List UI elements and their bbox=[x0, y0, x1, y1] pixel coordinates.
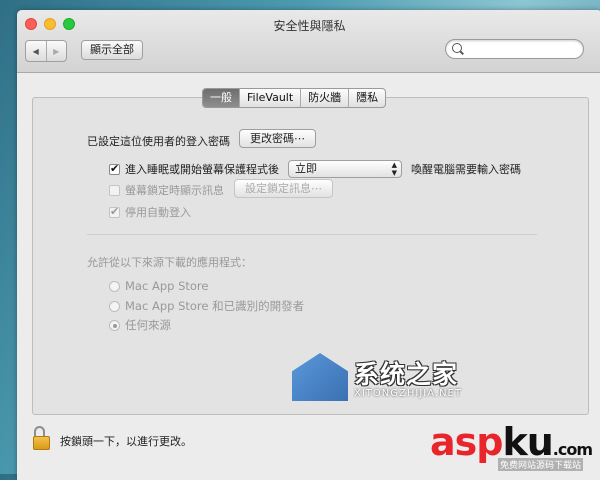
download-option-appstore[interactable]: Mac App Store bbox=[109, 279, 208, 293]
require-password-suffix: 喚醒電腦需要輸入密碼 bbox=[411, 163, 521, 176]
password-delay-select[interactable]: 立即 ▲ ▼ bbox=[288, 160, 402, 178]
tab-bar: 一般 FileVault 防火牆 隱私 bbox=[202, 88, 387, 108]
radio-anywhere[interactable] bbox=[109, 319, 120, 331]
radio-identified[interactable] bbox=[109, 300, 120, 312]
show-message-label: 螢幕鎖定時顯示訊息 bbox=[125, 184, 224, 197]
disable-autologin-row: 停用自動登入 bbox=[109, 204, 191, 220]
back-forward-control: ◀ ▶ bbox=[25, 40, 67, 62]
section-divider bbox=[87, 234, 537, 235]
house-logo-icon bbox=[292, 353, 348, 401]
show-all-button[interactable]: 顯示全部 bbox=[81, 40, 143, 60]
watermark-en-text: XITONGZHIJIA.NET bbox=[354, 388, 462, 399]
require-password-row: 進入睡眠或開始螢幕保護程式後 立即 ▲▼ 喚醒電腦需要輸入密碼 bbox=[109, 160, 521, 178]
watermark-cn-text: 系统之家 bbox=[354, 360, 459, 389]
require-password-checkbox[interactable] bbox=[109, 162, 120, 175]
aspku-watermark: aspku.com 免费网站源码下载站 bbox=[430, 420, 600, 474]
password-status-label: 已設定這位使用者的登入密碼 bbox=[87, 135, 230, 148]
set-lock-message-button[interactable]: 設定鎖定訊息⋯ bbox=[234, 179, 333, 198]
lock-hint-text: 按鎖頭一下，以進行更改。 bbox=[60, 435, 192, 448]
password-delay-value: 立即 bbox=[295, 162, 317, 175]
disable-autologin-checkbox[interactable] bbox=[109, 205, 120, 218]
aspku-tld-text: .com bbox=[552, 440, 593, 459]
radio-identified-label: Mac App Store 和已識別的開發者 bbox=[125, 299, 305, 313]
aspku-sub-text: 免费网站源码下载站 bbox=[498, 458, 584, 471]
forward-arrow-icon[interactable]: ▶ bbox=[45, 41, 67, 61]
download-source-heading: 允許從以下來源下載的應用程式： bbox=[87, 256, 252, 269]
require-password-label: 進入睡眠或開始螢幕保護程式後 bbox=[125, 163, 279, 176]
radio-anywhere-label: 任何來源 bbox=[125, 318, 171, 332]
download-option-identified[interactable]: Mac App Store 和已識別的開發者 bbox=[109, 298, 304, 314]
change-password-button[interactable]: 更改密碼⋯ bbox=[239, 129, 316, 148]
chevron-updown-icon: ▲ ▼ bbox=[391, 161, 397, 177]
search-input[interactable] bbox=[445, 39, 584, 59]
title-bar: 安全性與隱私 ◀ ▶ 顯示全部 bbox=[17, 10, 600, 73]
lock-icon bbox=[33, 436, 50, 450]
tab-firewall[interactable]: 防火牆 bbox=[300, 89, 348, 107]
tab-filevault[interactable]: FileVault bbox=[239, 89, 300, 107]
radio-appstore-label: Mac App Store bbox=[125, 279, 209, 293]
show-message-row: 螢幕鎖定時顯示訊息 bbox=[109, 182, 224, 198]
xitongzhijia-watermark: 系统之家 XITONGZHIJIA.NET bbox=[292, 353, 519, 403]
tab-general[interactable]: 一般 bbox=[203, 89, 239, 107]
search-icon bbox=[452, 43, 462, 53]
download-option-anywhere[interactable]: 任何來源 bbox=[109, 317, 171, 333]
show-message-checkbox[interactable] bbox=[109, 184, 120, 196]
aspku-red-text: asp bbox=[430, 420, 503, 464]
window-title: 安全性與隱私 bbox=[273, 19, 346, 33]
tab-privacy[interactable]: 隱私 bbox=[348, 89, 385, 107]
back-arrow-icon[interactable]: ◀ bbox=[26, 41, 46, 61]
disable-autologin-label: 停用自動登入 bbox=[125, 206, 191, 219]
radio-appstore[interactable] bbox=[109, 280, 120, 292]
